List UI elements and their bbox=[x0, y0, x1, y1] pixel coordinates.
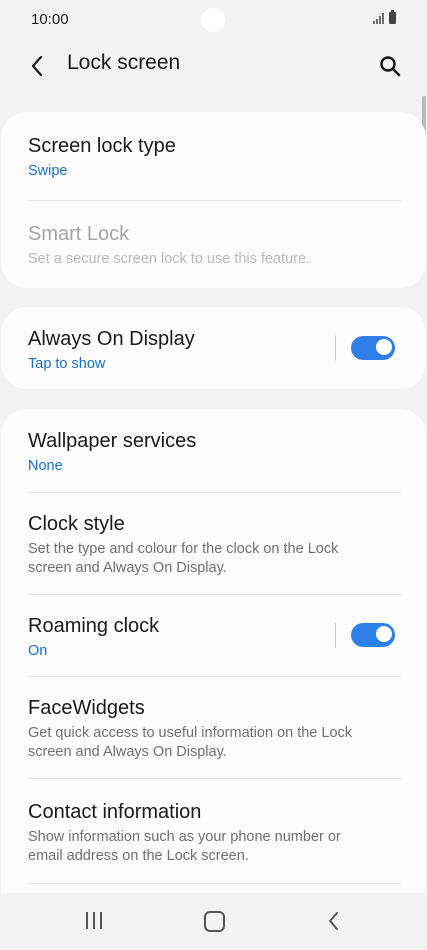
app-bar: Lock screen bbox=[0, 40, 427, 92]
toggle-separator bbox=[335, 622, 336, 648]
roaming-clock-item[interactable]: Roaming clock On bbox=[28, 614, 316, 661]
item-title: Screen lock type bbox=[28, 135, 176, 157]
item-title: Smart Lock bbox=[28, 223, 130, 245]
divider bbox=[28, 594, 402, 595]
home-icon[interactable] bbox=[204, 911, 225, 932]
divider bbox=[28, 676, 402, 677]
item-description: Get quick access to useful information o… bbox=[28, 724, 402, 762]
item-title: FaceWidgets bbox=[28, 697, 145, 719]
divider bbox=[28, 778, 402, 779]
divider bbox=[28, 492, 402, 493]
item-title: Clock style bbox=[28, 513, 125, 535]
status-time: 10:00 bbox=[31, 11, 69, 28]
always-on-display-item[interactable]: Always On Display Tap to show bbox=[28, 327, 316, 374]
contact-information-item[interactable]: Contact information Show information suc… bbox=[28, 800, 402, 866]
signal-icon bbox=[373, 12, 384, 24]
always-on-display-card: Always On Display Tap to show bbox=[1, 307, 426, 389]
always-on-display-toggle[interactable] bbox=[351, 336, 395, 360]
back-icon[interactable] bbox=[326, 910, 340, 932]
search-button[interactable] bbox=[371, 47, 409, 85]
clock-style-item[interactable]: Clock style Set the type and colour for … bbox=[28, 512, 402, 578]
item-value: Swipe bbox=[28, 163, 68, 179]
description-line: Show information such as your phone numb… bbox=[28, 829, 341, 845]
item-title: Wallpaper services bbox=[28, 430, 197, 452]
facewidgets-item[interactable]: FaceWidgets Get quick access to useful i… bbox=[28, 696, 402, 762]
item-title: Always On Display bbox=[28, 328, 195, 350]
page-title: Lock screen bbox=[67, 51, 181, 74]
description-line: screen and Always On Display. bbox=[28, 744, 227, 760]
item-description: Show information such as your phone numb… bbox=[28, 828, 402, 866]
description-line: Get quick access to useful information o… bbox=[28, 725, 353, 741]
divider bbox=[28, 883, 402, 884]
recents-icon[interactable] bbox=[86, 912, 102, 929]
back-button[interactable] bbox=[18, 47, 56, 85]
roaming-clock-toggle[interactable] bbox=[351, 623, 395, 647]
battery-icon bbox=[389, 10, 396, 24]
description-line: screen and Always On Display. bbox=[28, 560, 227, 576]
item-description: Set the type and colour for the clock on… bbox=[28, 540, 402, 578]
item-title: Contact information bbox=[28, 801, 202, 823]
toggle-separator bbox=[335, 335, 336, 361]
chevron-left-icon bbox=[31, 55, 43, 77]
item-value: None bbox=[28, 458, 63, 474]
screen-lock-type-item[interactable]: Screen lock type Swipe bbox=[28, 134, 402, 181]
wallpaper-services-item[interactable]: Wallpaper services None bbox=[28, 429, 402, 476]
item-title: Roaming clock bbox=[28, 615, 160, 637]
item-description: Set a secure screen lock to use this fea… bbox=[28, 251, 311, 267]
status-bar: 10:00 bbox=[0, 0, 427, 40]
lock-screen-options-card: Wallpaper services None Clock style Set … bbox=[1, 409, 426, 893]
lock-settings-card: Screen lock type Swipe Smart Lock Set a … bbox=[1, 112, 426, 288]
front-camera bbox=[201, 8, 225, 32]
description-line: email address on the Lock screen. bbox=[28, 848, 249, 864]
item-value: Tap to show bbox=[28, 356, 106, 372]
divider bbox=[28, 200, 402, 201]
navigation-bar bbox=[0, 893, 427, 950]
search-icon bbox=[380, 56, 401, 77]
smart-lock-item: Smart Lock Set a secure screen lock to u… bbox=[28, 222, 402, 269]
description-line: Set the type and colour for the clock on… bbox=[28, 541, 339, 557]
status-icons bbox=[373, 10, 396, 24]
item-value: On bbox=[28, 643, 48, 659]
